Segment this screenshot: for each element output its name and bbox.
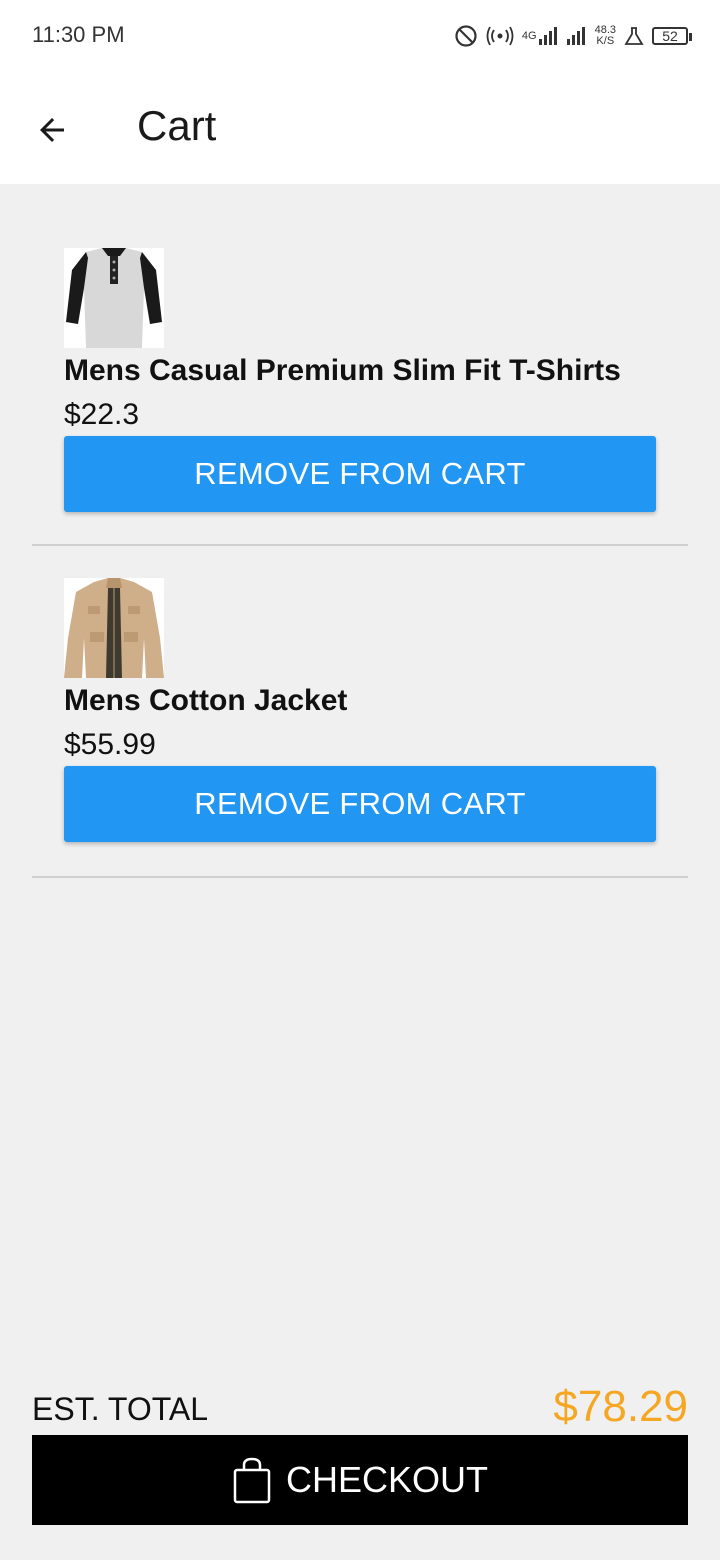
- total-row: EST. TOTAL $78.29: [32, 1380, 688, 1436]
- checkout-label: CHECKOUT: [285, 1459, 488, 1500]
- signal-4g-icon: 4G: [522, 27, 559, 45]
- network-type: 4G: [521, 29, 537, 42]
- product-name: Mens Casual Premium Slim Fit T-Shirts: [64, 354, 621, 387]
- total-value: $78.29: [553, 1382, 688, 1431]
- status-bar: 11:30 PM 4G 48.3 K/S 52: [0, 0, 720, 72]
- page-title: Cart: [137, 102, 217, 149]
- total-label: EST. TOTAL: [32, 1391, 209, 1427]
- cart-item: Mens Cotton Jacket $55.99 REMOVE FROM CA…: [32, 546, 688, 878]
- net-speed: 48.3 K/S: [595, 25, 616, 47]
- product-price: $22.3: [64, 398, 140, 431]
- hotspot-icon: [486, 26, 514, 46]
- product-name: Mens Cotton Jacket: [64, 684, 348, 717]
- do-not-disturb-icon: [454, 24, 478, 48]
- signal-icon: [566, 27, 587, 45]
- shopping-bag-icon: [232, 1456, 272, 1504]
- lab-icon: [624, 26, 644, 46]
- app-bar: Cart: [0, 72, 720, 184]
- net-speed-unit: K/S: [596, 35, 615, 47]
- back-button[interactable]: [24, 102, 80, 158]
- remove-from-cart-button[interactable]: REMOVE FROM CART: [64, 436, 656, 512]
- arrow-left-icon: [40, 118, 64, 142]
- battery-icon: 52: [652, 27, 692, 45]
- tshirt-image: [64, 248, 164, 348]
- checkout-button[interactable]: CHECKOUT: [32, 1435, 688, 1525]
- battery-level: 52: [662, 28, 678, 44]
- remove-from-cart-button[interactable]: REMOVE FROM CART: [64, 766, 656, 842]
- status-icons: 4G 48.3 K/S 52: [454, 20, 692, 52]
- product-price: $55.99: [64, 728, 156, 761]
- cart-item: Mens Casual Premium Slim Fit T-Shirts $2…: [32, 184, 688, 546]
- cart-list: Mens Casual Premium Slim Fit T-Shirts $2…: [32, 184, 688, 878]
- jacket-image: [64, 578, 164, 678]
- status-time: 11:30 PM: [32, 22, 125, 47]
